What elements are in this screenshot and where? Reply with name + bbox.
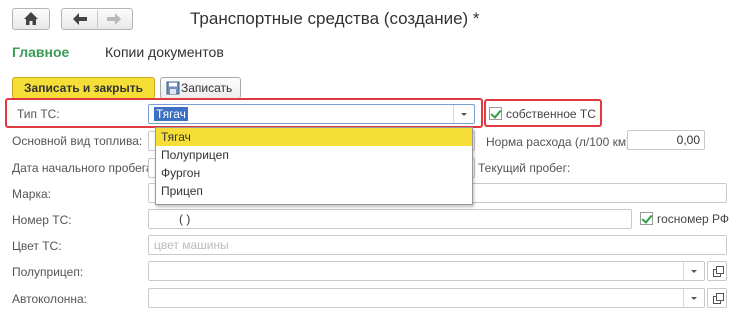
- open-icon[interactable]: [707, 261, 727, 281]
- type-dropdown-list: Тягач Полуприцеп Фургон Прицеп: [155, 127, 473, 205]
- trailer-label: Полуприцеп:: [12, 265, 84, 279]
- arrow-right-icon: [107, 13, 121, 25]
- trailer-select[interactable]: [148, 261, 705, 281]
- home-icon: [24, 12, 38, 25]
- tab-main[interactable]: Главное: [12, 44, 69, 60]
- consumption-rate-value: 0,00: [676, 133, 700, 147]
- consumption-rate-input[interactable]: 0,00: [627, 130, 705, 150]
- color-input-placeholder: цвет машины: [154, 238, 229, 252]
- save-button-label: Записать: [181, 81, 233, 95]
- brand-label: Марка:: [12, 187, 51, 201]
- forward-button[interactable]: [98, 9, 132, 29]
- dropdown-item-semitrailer[interactable]: Полуприцеп: [156, 146, 472, 164]
- number-label: Номер ТС:: [12, 213, 72, 227]
- chevron-down-icon[interactable]: [683, 289, 704, 307]
- type-highlight-box: [5, 98, 483, 128]
- dropdown-item-trailer[interactable]: Прицеп: [156, 182, 472, 200]
- dropdown-item-van[interactable]: Фургон: [156, 164, 472, 182]
- own-vehicle-highlight-box: [484, 99, 602, 127]
- fuel-label: Основной вид топлива:: [12, 134, 143, 148]
- back-button[interactable]: [62, 9, 97, 29]
- arrow-left-icon: [73, 13, 87, 25]
- convoy-label: Автоколонна:: [12, 292, 88, 306]
- consumption-rate-label: Норма расхода (л/100 км):: [486, 135, 634, 149]
- number-input-value: ( ): [179, 212, 191, 226]
- window-title: Транспортные средства (создание) *: [190, 9, 480, 28]
- gos-number-label: госномер РФ: [657, 212, 730, 226]
- current-mileage-label: Текущий пробег:: [478, 161, 571, 175]
- chevron-down-icon[interactable]: [683, 262, 704, 280]
- gos-number-checkbox[interactable]: [640, 212, 653, 225]
- start-date-label: Дата начального пробега:: [12, 161, 156, 175]
- tab-document-copies[interactable]: Копии документов: [105, 44, 224, 60]
- floppy-disk-icon: [166, 81, 180, 95]
- home-button[interactable]: [12, 8, 50, 30]
- save-and-close-button[interactable]: Записать и закрыть: [12, 77, 155, 99]
- number-input[interactable]: ( ): [148, 209, 632, 229]
- convoy-select[interactable]: [148, 288, 705, 308]
- dropdown-item-tractor[interactable]: Тягач: [156, 128, 472, 146]
- save-button[interactable]: Записать: [160, 77, 241, 99]
- color-label: Цвет ТС:: [12, 239, 62, 253]
- color-input[interactable]: цвет машины: [148, 235, 727, 255]
- open-icon[interactable]: [707, 288, 727, 308]
